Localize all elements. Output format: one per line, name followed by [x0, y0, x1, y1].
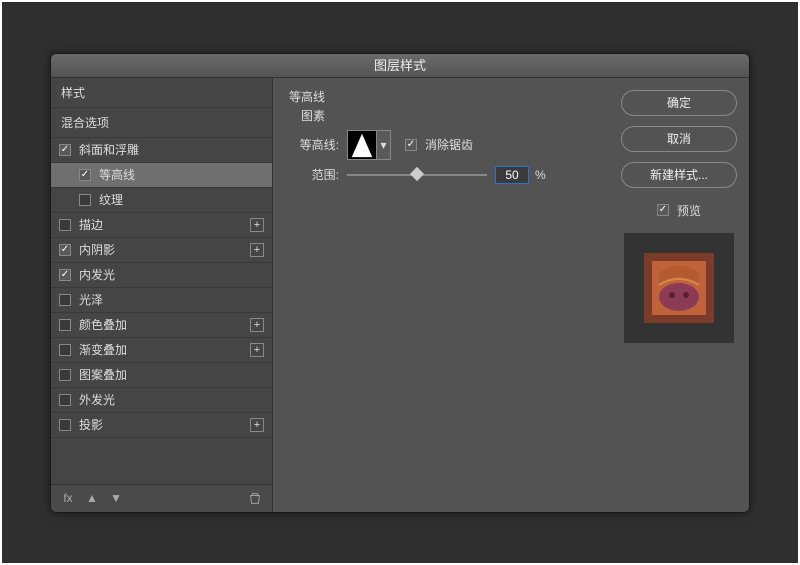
checkbox-icon — [657, 204, 669, 216]
checkbox-icon[interactable] — [59, 344, 71, 356]
effect-row[interactable]: 渐变叠加+ — [51, 338, 272, 363]
contour-dropdown[interactable]: ▾ — [377, 130, 391, 160]
cancel-button[interactable]: 取消 — [621, 126, 737, 152]
elements-label: 图素 — [301, 107, 593, 124]
section-title: 等高线 — [289, 88, 593, 105]
preview-checkbox[interactable]: 预览 — [657, 202, 701, 219]
preview-label: 预览 — [677, 202, 701, 219]
effect-list: 样式 混合选项 斜面和浮雕等高线纹理描边+内阴影+内发光光泽颜色叠加+渐变叠加+… — [51, 78, 272, 484]
anti-alias-checkbox[interactable]: 消除锯齿 — [405, 136, 473, 153]
effect-label: 描边 — [79, 216, 250, 233]
checkbox-icon[interactable] — [59, 269, 71, 281]
sidebar: 样式 混合选项 斜面和浮雕等高线纹理描边+内阴影+内发光光泽颜色叠加+渐变叠加+… — [51, 78, 273, 512]
blend-options-header[interactable]: 混合选项 — [51, 108, 272, 138]
ok-button[interactable]: 确定 — [621, 90, 737, 116]
effect-row[interactable]: 描边+ — [51, 213, 272, 238]
chevron-down-icon: ▾ — [380, 138, 386, 152]
add-effect-icon[interactable]: + — [250, 343, 264, 357]
effect-label: 等高线 — [99, 166, 264, 183]
layer-style-dialog: 图层样式 样式 混合选项 斜面和浮雕等高线纹理描边+内阴影+内发光光泽颜色叠加+… — [50, 53, 750, 513]
effect-row[interactable]: 外发光 — [51, 388, 272, 413]
effect-label: 斜面和浮雕 — [79, 141, 264, 158]
fx-icon[interactable]: fx — [61, 491, 75, 505]
styles-header[interactable]: 样式 — [51, 78, 272, 108]
effect-label: 投影 — [79, 416, 250, 433]
effect-label: 颜色叠加 — [79, 316, 250, 333]
effect-row[interactable]: 纹理 — [51, 188, 272, 213]
effect-label: 纹理 — [99, 191, 264, 208]
add-effect-icon[interactable]: + — [250, 418, 264, 432]
checkbox-icon[interactable] — [59, 369, 71, 381]
down-arrow-icon[interactable]: ▼ — [109, 491, 123, 505]
up-arrow-icon[interactable]: ▲ — [85, 491, 99, 505]
add-effect-icon[interactable]: + — [250, 243, 264, 257]
dialog-title: 图层样式 — [51, 54, 749, 78]
effect-row[interactable]: 图案叠加 — [51, 363, 272, 388]
checkbox-icon[interactable] — [79, 169, 91, 181]
percent-label: % — [535, 168, 546, 182]
range-slider[interactable] — [347, 168, 487, 182]
checkbox-icon — [405, 139, 417, 151]
right-panel: 确定 取消 新建样式... 预览 — [609, 78, 749, 512]
new-style-button[interactable]: 新建样式... — [621, 162, 737, 188]
checkbox-icon[interactable] — [59, 394, 71, 406]
range-label: 范围: — [289, 166, 339, 183]
effect-row[interactable]: 等高线 — [51, 163, 272, 188]
effect-row[interactable]: 斜面和浮雕 — [51, 138, 272, 163]
checkbox-icon[interactable] — [59, 144, 71, 156]
checkbox-icon[interactable] — [59, 219, 71, 231]
effect-label: 图案叠加 — [79, 366, 264, 383]
range-input[interactable]: 50 — [495, 166, 529, 184]
checkbox-icon[interactable] — [59, 319, 71, 331]
effect-row[interactable]: 颜色叠加+ — [51, 313, 272, 338]
add-effect-icon[interactable]: + — [250, 318, 264, 332]
preview-thumbnail — [624, 233, 734, 343]
checkbox-icon[interactable] — [59, 294, 71, 306]
contour-label: 等高线: — [289, 136, 339, 153]
effect-label: 渐变叠加 — [79, 341, 250, 358]
effect-label: 内阴影 — [79, 241, 250, 258]
effect-label: 光泽 — [79, 291, 264, 308]
slider-thumb[interactable] — [410, 166, 424, 180]
effect-label: 内发光 — [79, 266, 264, 283]
checkbox-icon[interactable] — [59, 419, 71, 431]
anti-alias-label: 消除锯齿 — [425, 136, 473, 153]
checkbox-icon[interactable] — [59, 244, 71, 256]
trash-icon[interactable] — [248, 491, 262, 505]
dialog-body: 样式 混合选项 斜面和浮雕等高线纹理描边+内阴影+内发光光泽颜色叠加+渐变叠加+… — [51, 78, 749, 512]
effect-row[interactable]: 内发光 — [51, 263, 272, 288]
checkbox-icon[interactable] — [79, 194, 91, 206]
effect-row[interactable]: 投影+ — [51, 413, 272, 438]
add-effect-icon[interactable]: + — [250, 218, 264, 232]
effect-label: 外发光 — [79, 391, 264, 408]
contour-picker[interactable] — [347, 130, 377, 160]
sidebar-footer: fx ▲ ▼ — [51, 484, 272, 512]
settings-panel: 等高线 图素 等高线: ▾ 消除锯齿 范围: — [273, 78, 609, 512]
effect-row[interactable]: 内阴影+ — [51, 238, 272, 263]
effect-row[interactable]: 光泽 — [51, 288, 272, 313]
